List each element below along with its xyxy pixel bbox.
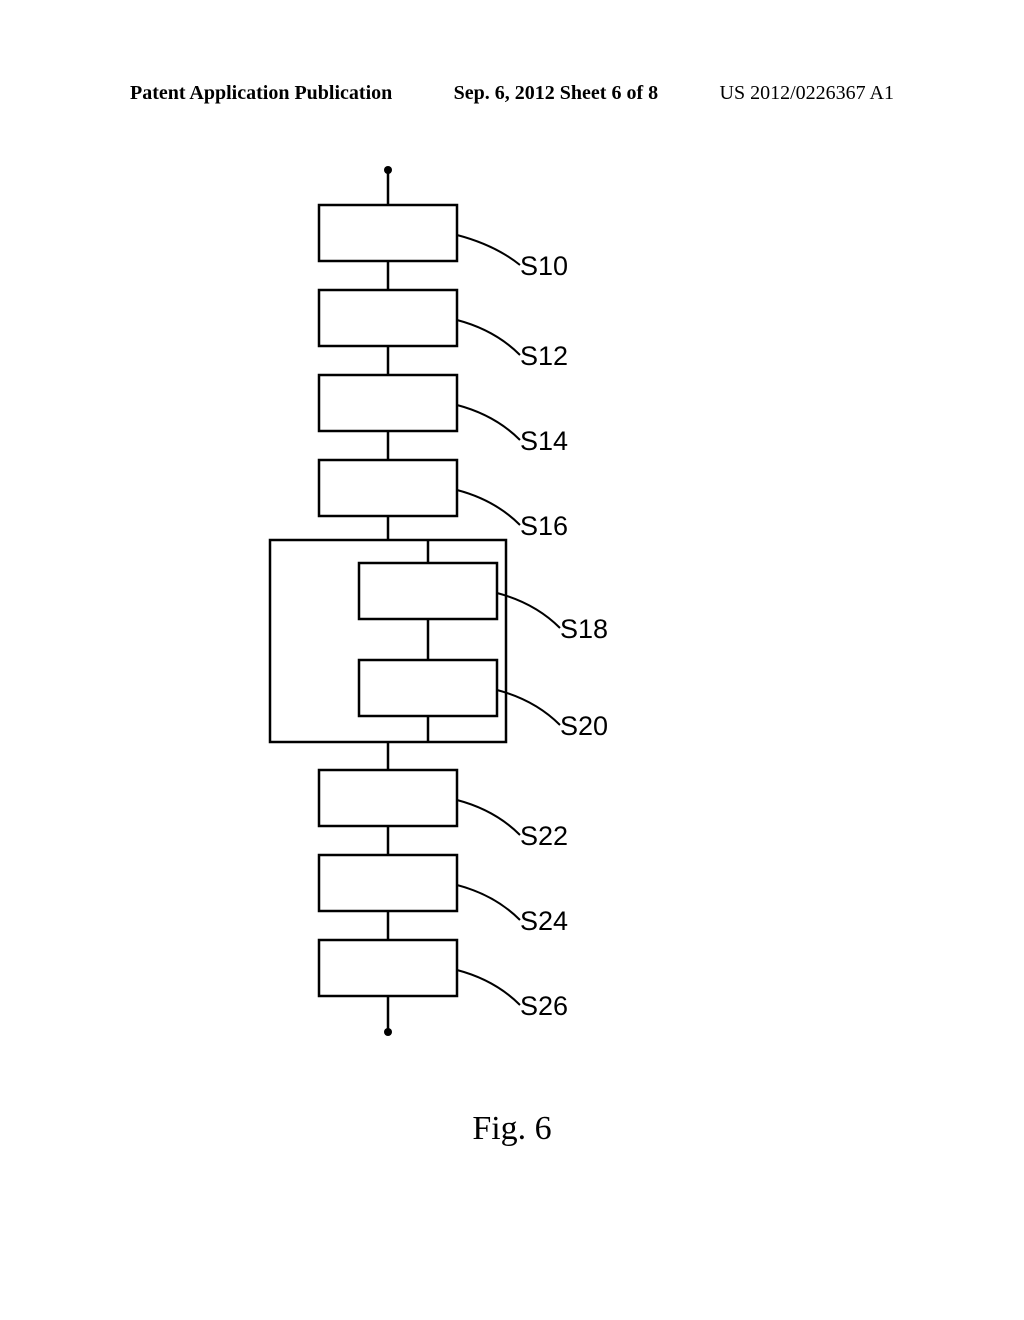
- label-s24: S24: [520, 906, 568, 936]
- label-s14: S14: [520, 426, 568, 456]
- flowchart-diagram: S10 S12 S14 S16 S18: [0, 150, 1024, 1070]
- step-box-s22: [319, 770, 457, 826]
- step-box-s18: [359, 563, 497, 619]
- callout-curve-icon: [457, 970, 520, 1005]
- step-box-s16: [319, 460, 457, 516]
- label-s18: S18: [560, 614, 608, 644]
- label-s16: S16: [520, 511, 568, 541]
- label-s22: S22: [520, 821, 568, 851]
- callout-curve-icon: [457, 885, 520, 920]
- step-box-s24: [319, 855, 457, 911]
- label-s20: S20: [560, 711, 608, 741]
- callout-curve-icon: [457, 320, 520, 355]
- container-box: [270, 540, 506, 742]
- header-right: US 2012/0226367 A1: [720, 82, 894, 105]
- callout-curve-icon: [457, 800, 520, 835]
- header-left: Patent Application Publication: [130, 82, 392, 105]
- label-s10: S10: [520, 251, 568, 281]
- page-header: Patent Application Publication Sep. 6, 2…: [0, 82, 1024, 105]
- header-center: Sep. 6, 2012 Sheet 6 of 8: [454, 82, 658, 105]
- callout-curve-icon: [457, 405, 520, 440]
- step-box-s26: [319, 940, 457, 996]
- callout-curve-icon: [457, 490, 520, 525]
- figure-caption: Fig. 6: [0, 1110, 1024, 1148]
- step-box-s20: [359, 660, 497, 716]
- step-box-s14: [319, 375, 457, 431]
- callout-curve-icon: [457, 235, 520, 265]
- flowchart-svg: S10 S12 S14 S16 S18: [0, 150, 1024, 1070]
- step-box-s12: [319, 290, 457, 346]
- label-s26: S26: [520, 991, 568, 1021]
- label-s12: S12: [520, 341, 568, 371]
- step-box-s10: [319, 205, 457, 261]
- end-dot-icon: [384, 1028, 392, 1036]
